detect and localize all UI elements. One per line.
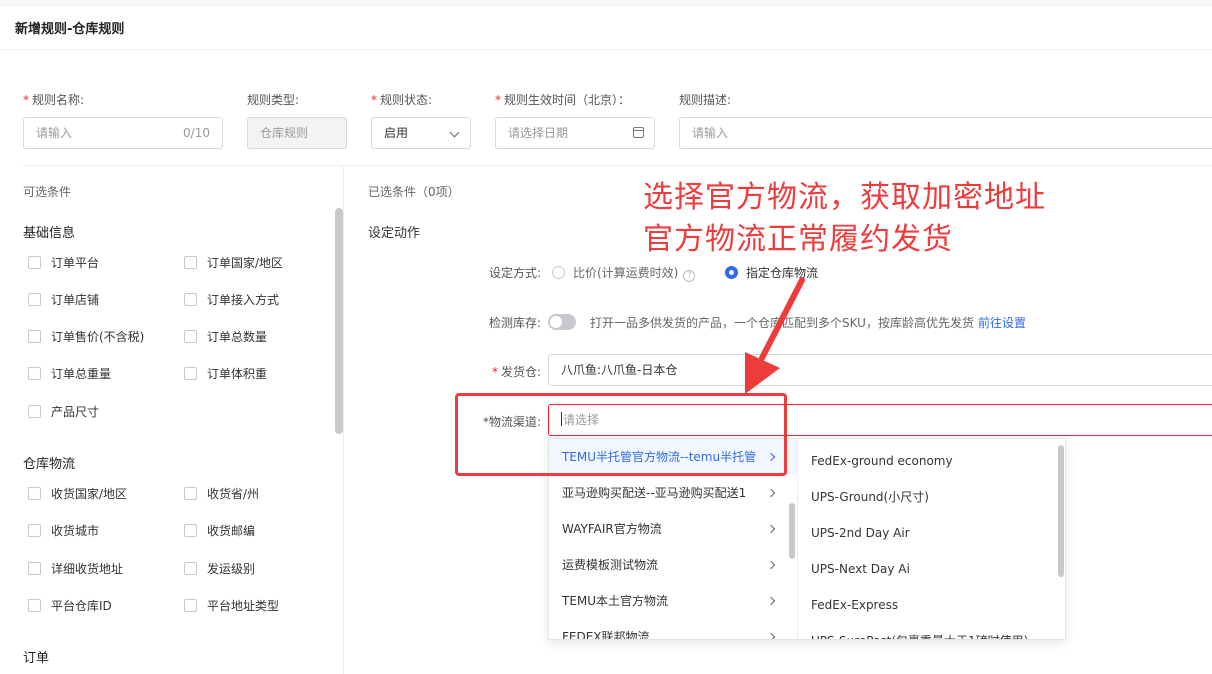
annotation-arrow bbox=[745, 277, 805, 394]
page: 新增规则-仓库规则 * 规则名称: 请输入 0/10 规则类型: 仓库规则 * 规则… bbox=[0, 0, 1212, 674]
